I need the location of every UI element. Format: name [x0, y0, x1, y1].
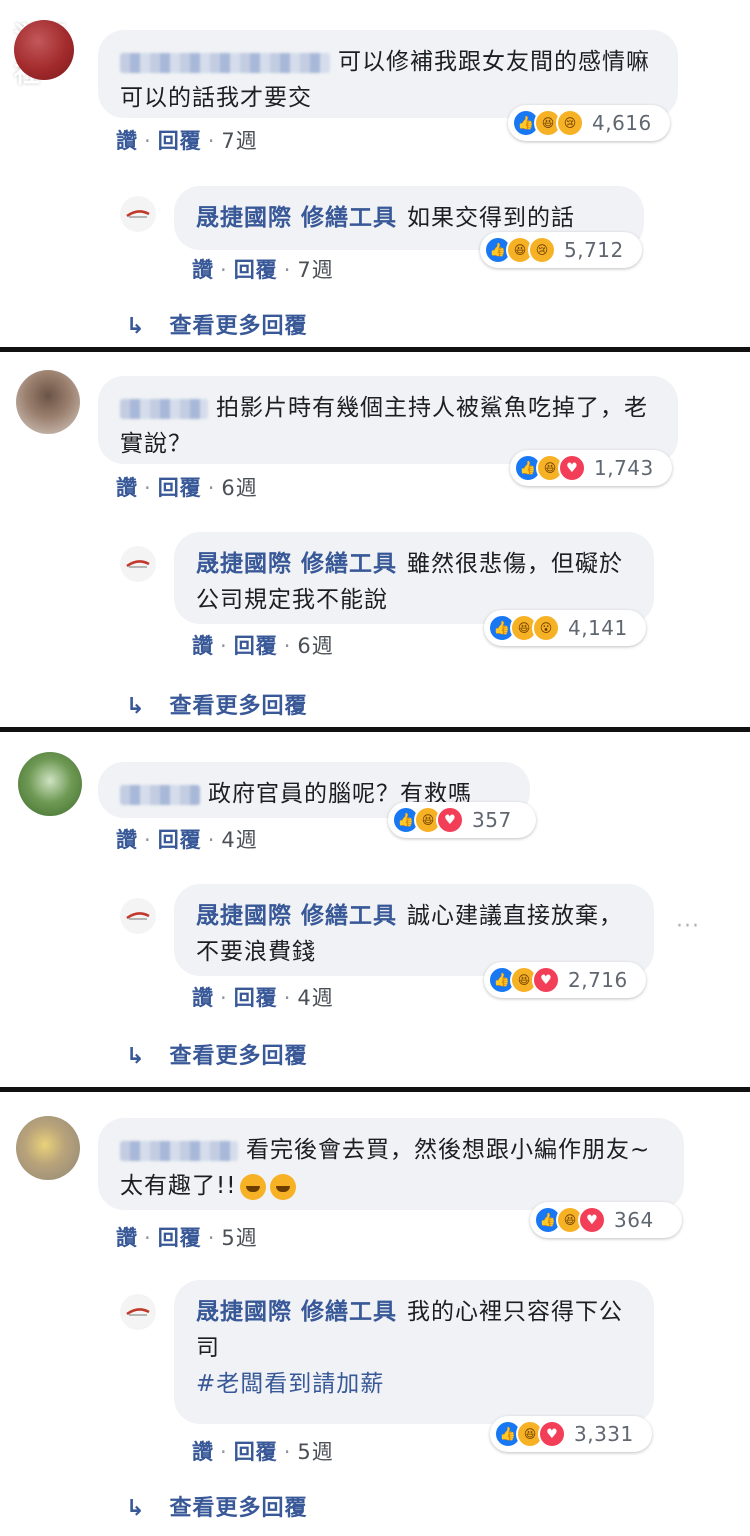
reply-link[interactable]: 回覆	[234, 986, 278, 1010]
view-more-replies[interactable]: ↳ 查看更多回覆	[126, 1038, 307, 1070]
reply-age[interactable]: 7週	[297, 258, 333, 282]
page-avatar[interactable]	[120, 1294, 156, 1330]
page-name[interactable]: 晟捷國際 修繕工具	[196, 205, 397, 231]
like-link[interactable]: 讚	[116, 476, 138, 500]
commenter-avatar[interactable]	[16, 1116, 80, 1180]
reaction-summary[interactable]: 👍 😆 ♥ 357	[388, 802, 536, 838]
like-link[interactable]: 讚	[116, 828, 138, 852]
commenter-name-blurred[interactable]	[120, 398, 208, 419]
reply-arrow-icon: ↳	[126, 1044, 146, 1069]
page-avatar[interactable]	[120, 546, 156, 582]
rofl-emoji-icon	[240, 1173, 267, 1200]
section-divider	[0, 347, 750, 352]
sad-reaction-icon: 😢	[528, 236, 556, 264]
comment-age[interactable]: 7週	[221, 129, 257, 153]
love-reaction-icon: ♥	[558, 454, 586, 482]
view-more-label: 查看更多回覆	[169, 1044, 308, 1069]
page-name[interactable]: 晟捷國際 修繕工具	[196, 903, 397, 929]
comment-age[interactable]: 6週	[221, 476, 257, 500]
reply-age[interactable]: 5週	[297, 1440, 333, 1464]
reply-arrow-icon: ↳	[126, 314, 146, 339]
reply-actions: 讚 · 回覆 · 7週	[192, 258, 334, 282]
commenter-name-blurred[interactable]	[120, 784, 200, 805]
reaction-summary[interactable]: 👍 😆 ♥ 1,743	[510, 450, 672, 486]
reaction-count: 4,616	[592, 111, 652, 135]
wow-reaction-icon: 😮	[532, 614, 560, 642]
more-options-icon[interactable]: ···	[676, 914, 700, 939]
view-more-replies[interactable]: ↳ 查看更多回覆	[126, 308, 307, 340]
reply-actions: 讚 · 回覆 · 6週	[192, 634, 334, 658]
reply-arrow-icon: ↳	[126, 694, 146, 719]
comment-age[interactable]: 4週	[221, 828, 257, 852]
reaction-count: 1,743	[594, 456, 654, 480]
reply-actions: 讚 · 回覆 · 4週	[192, 986, 334, 1010]
commenter-name-blurred[interactable]	[120, 1140, 238, 1161]
commenter-avatar[interactable]	[16, 370, 80, 434]
love-reaction-icon: ♥	[538, 1420, 566, 1448]
comment-actions: 讚 · 回覆 · 7週	[116, 129, 258, 153]
hashtag-link[interactable]: #老闆看到請加薪	[196, 1371, 384, 1397]
view-more-replies[interactable]: ↳ 查看更多回覆	[126, 688, 307, 720]
section-divider	[0, 1087, 750, 1092]
like-link[interactable]: 讚	[116, 129, 138, 153]
reaction-count: 4,141	[568, 616, 628, 640]
like-link[interactable]: 讚	[116, 1226, 138, 1250]
rofl-emoji-icon	[270, 1173, 297, 1200]
reply-link[interactable]: 回覆	[158, 476, 202, 500]
comment-bubble: 看完後會去買，然後想跟小編作朋友~太有趣了!!	[98, 1118, 684, 1210]
page-name[interactable]: 晟捷國際 修繕工具	[196, 1299, 397, 1325]
view-more-label: 查看更多回覆	[169, 314, 308, 339]
like-link[interactable]: 讚	[192, 258, 214, 282]
reaction-summary[interactable]: 👍 😆 😢 4,616	[508, 105, 670, 141]
reply-bubble: 晟捷國際 修繕工具 我的心裡只容得下公司 #老闆看到請加薪	[174, 1280, 654, 1424]
view-more-replies[interactable]: ↳ 查看更多回覆	[126, 1490, 307, 1522]
reaction-summary[interactable]: 👍 😆 ♥ 364	[530, 1202, 682, 1238]
commenter-avatar[interactable]	[14, 20, 74, 80]
reaction-summary[interactable]: 👍 😆 ♥ 2,716	[484, 962, 646, 998]
reply-link[interactable]: 回覆	[234, 1440, 278, 1464]
reply-link[interactable]: 回覆	[234, 634, 278, 658]
reaction-count: 357	[472, 808, 512, 832]
reply-link[interactable]: 回覆	[234, 258, 278, 282]
comment-age[interactable]: 5週	[221, 1226, 257, 1250]
reaction-count: 3,331	[574, 1422, 634, 1446]
view-more-label: 查看更多回覆	[169, 694, 308, 719]
comment-actions: 讚 · 回覆 · 6週	[116, 476, 258, 500]
reply-actions: 讚 · 回覆 · 5週	[192, 1440, 334, 1464]
reaction-summary[interactable]: 👍 😆 ♥ 3,331	[490, 1416, 652, 1452]
comment-actions: 讚 · 回覆 · 5週	[116, 1226, 258, 1250]
like-link[interactable]: 讚	[192, 1440, 214, 1464]
love-reaction-icon: ♥	[436, 806, 464, 834]
reaction-count: 5,712	[564, 238, 624, 262]
reaction-count: 2,716	[568, 968, 628, 992]
view-more-label: 查看更多回覆	[169, 1496, 308, 1521]
reply-link[interactable]: 回覆	[158, 1226, 202, 1250]
section-divider	[0, 727, 750, 732]
reaction-summary[interactable]: 👍 😆 😮 4,141	[484, 610, 646, 646]
reaction-summary[interactable]: 👍 😆 😢 5,712	[480, 232, 642, 268]
reply-text: 如果交得到的話	[407, 205, 576, 231]
reaction-count: 364	[614, 1208, 654, 1232]
page-avatar[interactable]	[120, 196, 156, 232]
reply-link[interactable]: 回覆	[158, 129, 202, 153]
love-reaction-icon: ♥	[578, 1206, 606, 1234]
reply-age[interactable]: 4週	[297, 986, 333, 1010]
page-name[interactable]: 晟捷國際 修繕工具	[196, 551, 397, 577]
like-link[interactable]: 讚	[192, 986, 214, 1010]
comment-actions: 讚 · 回覆 · 4週	[116, 828, 258, 852]
like-link[interactable]: 讚	[192, 634, 214, 658]
commenter-name-blurred[interactable]	[120, 52, 330, 73]
reply-link[interactable]: 回覆	[158, 828, 202, 852]
reply-age[interactable]: 6週	[297, 634, 333, 658]
reply-arrow-icon: ↳	[126, 1496, 146, 1521]
commenter-avatar[interactable]	[18, 752, 82, 816]
page-avatar[interactable]	[120, 898, 156, 934]
love-reaction-icon: ♥	[532, 966, 560, 994]
sad-reaction-icon: 😢	[556, 109, 584, 137]
